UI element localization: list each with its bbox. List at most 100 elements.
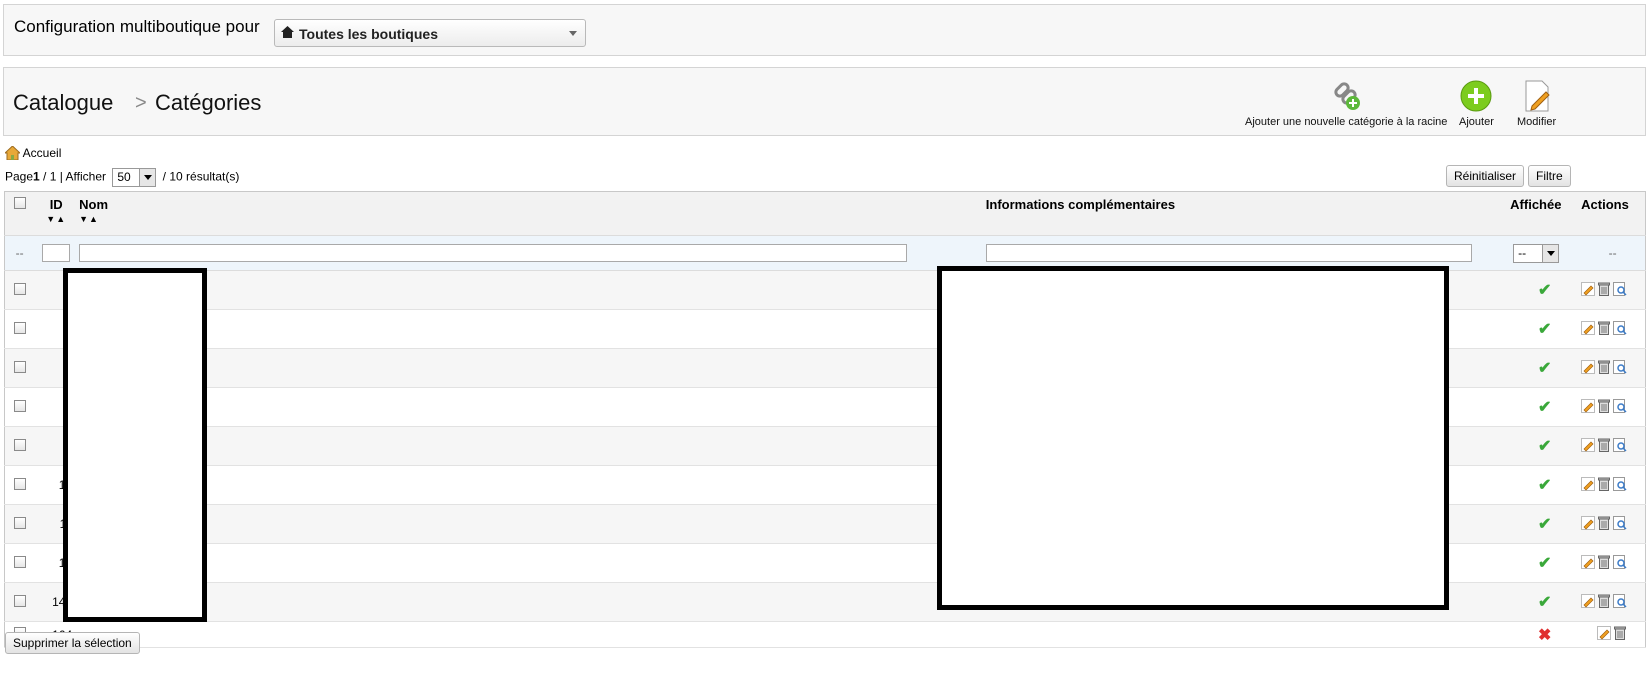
trash-icon[interactable] [1598,555,1611,572]
trash-icon[interactable] [1613,626,1626,643]
check-icon[interactable]: ✔ [1538,399,1551,416]
check-icon[interactable]: ✔ [1538,594,1551,611]
link-add-icon [1334,82,1361,110]
preview-icon[interactable] [1613,437,1627,455]
edit-icon[interactable] [1581,554,1596,572]
check-icon[interactable]: ✔ [1538,555,1551,572]
per-page-select[interactable]: 50 [112,168,157,187]
sort-arrows-icon[interactable]: ▼▲ [35,214,77,224]
home-link[interactable]: Accueil [3,145,62,161]
row-checkbox[interactable] [13,321,26,334]
filter-button[interactable]: Filtre [1528,165,1571,187]
check-icon[interactable]: ✔ [1538,360,1551,377]
reset-button[interactable]: Réinitialiser [1446,165,1525,187]
sort-arrows-icon[interactable]: ▼▲ [79,214,984,224]
filter-placeholder: -- [4,235,35,271]
filter-id-input[interactable] [42,244,71,262]
table-row[interactable]: 164✖ [4,621,1646,648]
row-checkbox[interactable] [13,360,26,373]
edit-icon[interactable] [1581,437,1596,455]
row-info [984,621,1510,648]
check-icon[interactable]: ✔ [1538,438,1551,455]
row-checkbox[interactable] [13,594,26,607]
pagination: Page1 / 1 | Afficher 50 / 10 résultat(s) [5,168,239,187]
row-name [78,543,985,583]
trash-icon[interactable] [1598,321,1611,338]
col-displayed: Affichée [1509,191,1581,236]
check-icon[interactable]: ✔ [1538,321,1551,338]
edit-icon[interactable] [1581,320,1596,338]
trash-icon[interactable] [1598,477,1611,494]
preview-icon[interactable] [1613,476,1627,494]
preview-icon[interactable] [1613,515,1627,533]
edit-icon[interactable] [1581,515,1596,533]
preview-icon[interactable] [1613,593,1627,611]
breadcrumb-separator: > [135,92,147,114]
row-checkbox[interactable] [13,282,26,295]
edit-icon[interactable] [1596,626,1611,643]
cross-icon[interactable]: ✖ [1538,627,1551,644]
table-header: ID ▼▲ Nom ▼▲ Informations complémentaire… [4,191,1646,236]
delete-selection-button[interactable]: Supprimer la sélection [5,632,140,654]
row-checkbox[interactable] [13,399,26,412]
redacted-info-area [937,266,1449,610]
trash-icon[interactable] [1598,399,1611,416]
shop-select[interactable]: Toutes les boutiques [274,19,586,47]
page-total: / 1 | Afficher [39,169,106,184]
row-name [78,621,985,648]
row-name [78,582,985,622]
add-root-category-label: Ajouter une nouvelle catégorie à la raci… [1245,116,1448,128]
row-checkbox[interactable] [13,516,26,529]
col-id[interactable]: ID ▼▲ [34,191,79,236]
preview-icon[interactable] [1613,398,1627,416]
check-icon[interactable]: ✔ [1538,282,1551,299]
result-count: / 10 résultat(s) [162,169,240,184]
add-button[interactable]: Ajouter [1459,80,1494,128]
row-checkbox[interactable] [13,555,26,568]
trash-icon[interactable] [1598,438,1611,455]
filter-name-input[interactable] [79,244,908,262]
row-name [78,465,985,505]
check-icon[interactable]: ✔ [1538,516,1551,533]
filter-info-input[interactable] [985,244,1472,262]
col-name[interactable]: Nom ▼▲ [78,191,985,236]
trash-icon[interactable] [1598,516,1611,533]
breadcrumb-catalogue[interactable]: Catalogue [13,90,113,116]
col-name-label: Nom [79,197,109,212]
col-id-label: ID [49,197,63,212]
row-checkbox[interactable] [13,438,26,451]
multishop-label: Configuration multiboutique pour [14,17,260,36]
chevron-down-icon [139,169,156,186]
row-checkbox[interactable] [13,477,26,490]
add-label: Ajouter [1459,116,1494,128]
chevron-down-icon [569,31,577,36]
select-all-checkbox[interactable] [13,197,26,209]
home-link-label: Accueil [22,146,62,160]
edit-icon[interactable] [1581,281,1596,299]
chevron-down-icon [1542,244,1559,262]
trash-icon[interactable] [1598,594,1611,611]
preview-icon[interactable] [1613,359,1627,377]
edit-label: Modifier [1517,116,1557,128]
edit-icon[interactable] [1581,359,1596,377]
redacted-name-area [63,268,207,622]
preview-icon[interactable] [1613,320,1627,338]
check-icon[interactable]: ✔ [1538,477,1551,494]
trash-icon[interactable] [1598,360,1611,377]
preview-icon[interactable] [1613,281,1627,299]
edit-icon[interactable] [1581,593,1596,611]
filter-displayed-select[interactable]: -- [1513,243,1560,263]
add-root-category-button[interactable]: Ajouter une nouvelle catégorie à la raci… [1245,80,1447,128]
edit-button[interactable]: Modifier [1517,80,1556,128]
home-icon [281,26,294,38]
edit-icon[interactable] [1581,398,1596,416]
row-name [78,309,985,349]
preview-icon[interactable] [1613,554,1627,572]
edit-icon[interactable] [1581,476,1596,494]
multishop-bar: Configuration multiboutique pour Toutes … [3,4,1646,56]
col-actions: Actions [1580,191,1646,236]
trash-icon[interactable] [1598,282,1611,299]
row-name [78,426,985,466]
current-page: 1 [33,169,40,184]
col-info: Informations complémentaires [984,191,1510,236]
